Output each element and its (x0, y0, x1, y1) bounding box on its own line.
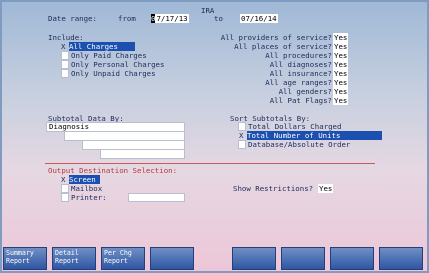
sort-check-total-dollars[interactable] (238, 122, 246, 131)
filter-age-ranges-label: All age ranges? (265, 78, 332, 87)
sort-option-database-order[interactable]: Database/Absolute Order (248, 140, 350, 149)
fkey-5[interactable] (232, 247, 276, 270)
date-range-label: Date range: (48, 14, 97, 23)
include-option-all-charges[interactable]: X (61, 42, 65, 51)
include-option-only-paid[interactable]: Only Paid Charges (71, 51, 147, 60)
date-from-value: 7/17/13 (155, 14, 189, 23)
section-divider (45, 163, 375, 164)
show-restrictions-value[interactable]: Yes (318, 184, 334, 193)
include-option-only-unpaid[interactable]: Only Unpaid Charges (71, 69, 156, 78)
output-option-printer[interactable]: Printer: (71, 193, 107, 202)
sort-check-database-order[interactable] (238, 140, 246, 149)
fkey-7[interactable] (330, 247, 374, 270)
output-check-mailbox[interactable] (61, 184, 69, 193)
include-label: Include: (48, 33, 84, 42)
fkey-4[interactable] (150, 247, 194, 270)
include-option-all-charges-label[interactable]: All Charges (69, 42, 135, 51)
date-from-field[interactable]: 07/17/13 (151, 14, 189, 23)
output-check-printer[interactable] (61, 193, 69, 202)
filter-places-label: All places of service? (234, 42, 332, 51)
fkey-8[interactable] (379, 247, 423, 270)
include-option-only-personal[interactable]: Only Personal Charges (71, 60, 164, 69)
filter-places-value[interactable]: Yes (333, 42, 349, 51)
printer-name-field[interactable] (128, 193, 185, 202)
sort-option-total-units[interactable]: Total Number of Units (247, 131, 382, 140)
output-option-mailbox[interactable]: Mailbox (71, 184, 102, 193)
window-frame-top (0, 0, 429, 2)
filter-procedures-value[interactable]: Yes (333, 51, 349, 60)
filter-providers-value[interactable]: Yes (333, 33, 349, 42)
fkey-1-line2: Report (6, 256, 30, 265)
fkey-2-line2: Report (55, 256, 79, 265)
fkey-3-line2: Report (104, 256, 128, 265)
window-frame-left (0, 0, 2, 273)
fkey-6[interactable] (281, 247, 325, 270)
include-check-all-charges: X (61, 42, 66, 51)
include-check-only-paid[interactable] (61, 51, 69, 60)
screen-title: IRA (201, 6, 215, 15)
fkey-detail-report[interactable]: Detail Report (52, 247, 96, 270)
date-from-label: from (118, 14, 136, 23)
filter-age-ranges-value[interactable]: Yes (333, 78, 349, 87)
filter-insurance-value[interactable]: Yes (333, 69, 349, 78)
date-to-label: to (214, 14, 223, 23)
include-check-only-unpaid[interactable] (61, 69, 69, 78)
output-label: Output Destination Selection: (48, 166, 178, 175)
filter-pat-flags-label: All Pat Flags? (269, 96, 332, 105)
show-restrictions-label: Show Restrictions? (233, 184, 314, 193)
sort-check-total-units[interactable]: X (239, 131, 243, 140)
output-check-screen[interactable]: X (61, 175, 65, 184)
output-option-screen[interactable]: Screen (69, 175, 100, 184)
filter-genders-value[interactable]: Yes (333, 87, 349, 96)
fkey-summary-report[interactable]: Summary Report (3, 247, 47, 270)
filter-genders-label: All genders? (278, 87, 332, 96)
filter-insurance-label: All insurance? (269, 69, 332, 78)
subtotal-field-1-value: Diagnosis (49, 122, 90, 131)
include-check-only-personal[interactable] (61, 60, 69, 69)
fkey-per-chg-report[interactable]: Per Chg Report (101, 247, 145, 270)
filter-diagnoses-label: All diagnoses? (269, 60, 332, 69)
filter-pat-flags-value[interactable]: Yes (333, 96, 349, 105)
subtotal-field-4[interactable] (100, 149, 185, 159)
filter-procedures-label: All procedures? (265, 51, 332, 60)
filter-providers-label: All providers of service? (220, 33, 332, 42)
date-to-field[interactable]: 07/16/14 (240, 14, 278, 23)
sort-option-total-dollars[interactable]: Total Dollars Charged (248, 122, 341, 131)
filter-diagnoses-value[interactable]: Yes (333, 60, 349, 69)
